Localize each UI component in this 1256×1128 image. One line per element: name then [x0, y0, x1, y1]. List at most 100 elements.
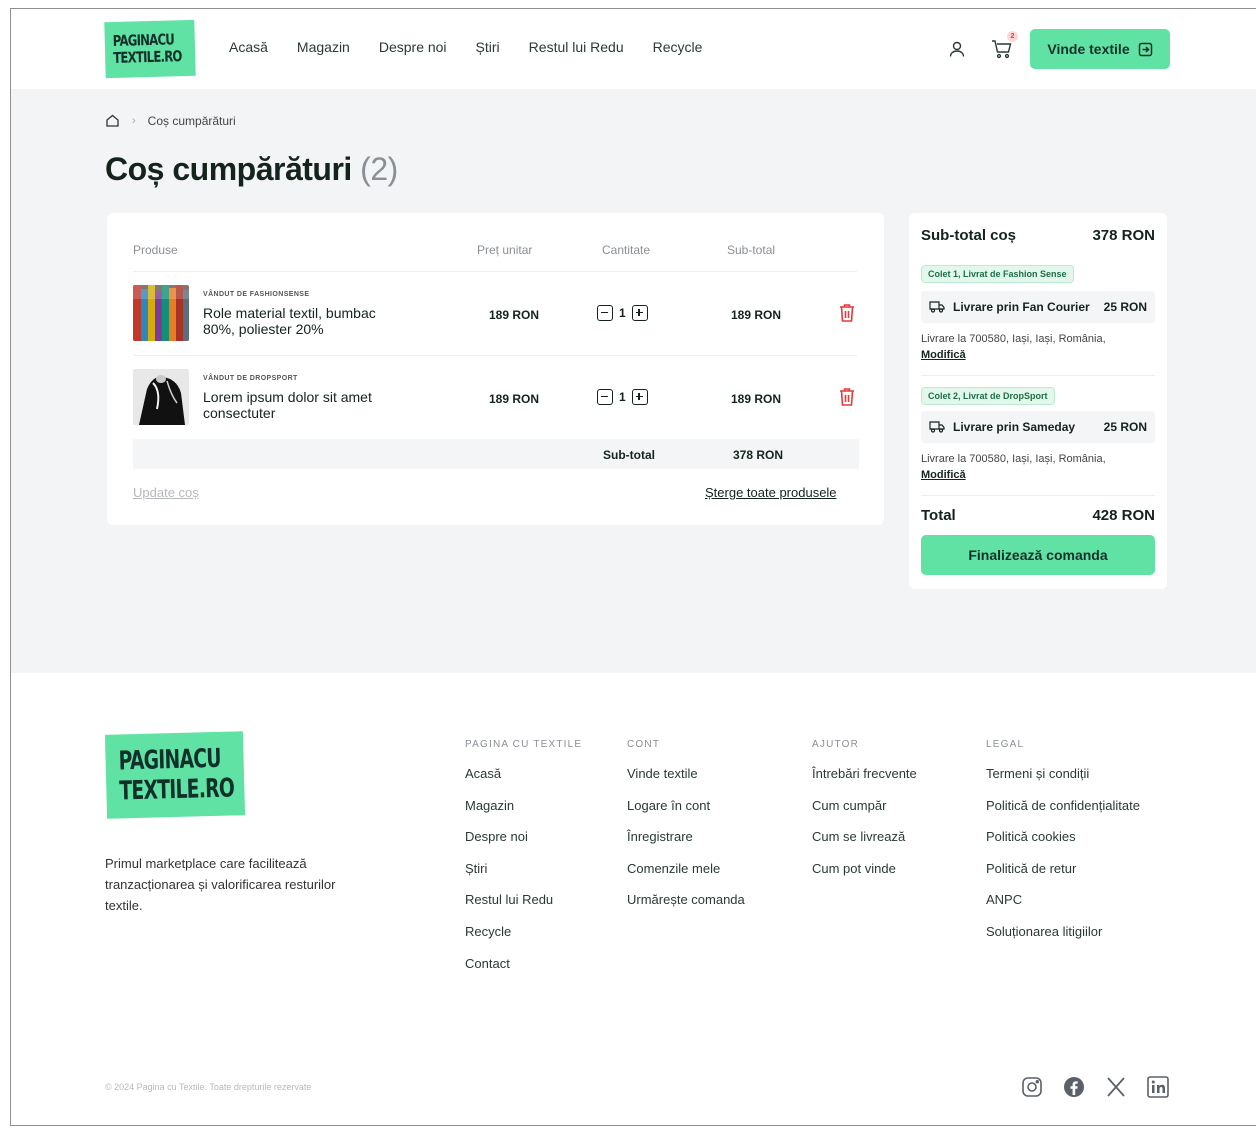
- shipping-method: Livrare prin Fan Courier: [953, 300, 1090, 314]
- breadcrumb: › Coș cumpărături: [105, 113, 236, 128]
- footer-column-account: CONT Vinde textile Logare în cont Înregi…: [627, 739, 745, 924]
- home-icon[interactable]: [105, 113, 120, 128]
- footer-logo-line-1: PAGINACU: [118, 743, 222, 777]
- footer-link[interactable]: Urmărește comanda: [627, 892, 745, 924]
- sell-textiles-button[interactable]: Vinde textile: [1030, 29, 1170, 69]
- cart-table: Produse Preț unitar Cantitate Sub-total …: [107, 213, 884, 525]
- main-content: › Coș cumpărături Coș cumpărături (2) Pr…: [11, 89, 1256, 673]
- shipping-cost: 25 RON: [1103, 300, 1147, 314]
- footer-column-help: AJUTOR Întrebări frecvente Cum cumpăr Cu…: [812, 739, 917, 892]
- footer-link[interactable]: Politică de retur: [986, 861, 1140, 893]
- quantity-stepper: 1: [597, 305, 648, 321]
- col-header-quantity: Cantitate: [602, 243, 651, 257]
- x-icon[interactable]: [1104, 1075, 1128, 1099]
- footer-link[interactable]: Magazin: [465, 798, 582, 830]
- copyright-text: © 2024 Pagina cu Textile. Toate drepturi…: [105, 1082, 312, 1092]
- total-label: Total: [921, 507, 956, 524]
- site-footer: PAGINACU TEXTILE.RO Primul marketplace c…: [11, 673, 1256, 1125]
- footer-logo[interactable]: PAGINACU TEXTILE.RO: [104, 731, 246, 819]
- decrease-quantity-button[interactable]: [597, 305, 613, 321]
- footer-link[interactable]: Înregistrare: [627, 829, 745, 861]
- modify-address-link[interactable]: Modifică: [921, 469, 966, 481]
- row-divider: [133, 355, 857, 356]
- product-image-fabric-rolls[interactable]: [133, 285, 189, 341]
- delivery-address: Livrare la 700580, Iași, Iași, România,: [921, 453, 1106, 465]
- footer-column-title: AJUTOR: [812, 739, 860, 750]
- product-name[interactable]: Role material textil, bumbac 80%, polies…: [203, 305, 403, 337]
- trash-icon[interactable]: [838, 303, 856, 323]
- footer-link[interactable]: Politică cookies: [986, 829, 1140, 861]
- footer-link[interactable]: Contact: [465, 956, 582, 988]
- truck-icon: [929, 301, 945, 313]
- footer-column-legal: LEGAL Termeni și condiții Politică de co…: [986, 739, 1140, 956]
- product-image-sportswear[interactable]: [133, 369, 189, 425]
- clear-cart-link[interactable]: Șterge toate produsele: [705, 485, 837, 500]
- footer-link[interactable]: Vinde textile: [627, 766, 745, 798]
- nav-restul-lui-redu[interactable]: Restul lui Redu: [529, 39, 624, 55]
- modify-address-link[interactable]: Modifică: [921, 349, 966, 361]
- update-cart-link[interactable]: Update coș: [133, 485, 199, 500]
- footer-link[interactable]: Despre noi: [465, 829, 582, 861]
- instagram-icon[interactable]: [1020, 1075, 1044, 1099]
- unit-price: 189 RON: [489, 308, 540, 322]
- nav-despre-noi[interactable]: Despre noi: [379, 39, 447, 55]
- product-name[interactable]: Lorem ipsum dolor sit amet consectuter: [203, 389, 403, 421]
- footer-link[interactable]: Acasă: [465, 766, 582, 798]
- cart-item-count: (2): [360, 151, 398, 187]
- footer-link[interactable]: Cum se livrează: [812, 829, 917, 861]
- page-title: Coș cumpărături (2): [105, 151, 398, 188]
- cart-count-badge: 2: [1007, 31, 1018, 42]
- footer-link[interactable]: Comenzile mele: [627, 861, 745, 893]
- footer-link[interactable]: Cum pot vinde: [812, 861, 917, 893]
- total-value: 428 RON: [1092, 507, 1155, 524]
- footer-link[interactable]: Întrebări frecvente: [812, 766, 917, 798]
- footer-link[interactable]: Cum cumpăr: [812, 798, 917, 830]
- summary-divider: [921, 375, 1155, 376]
- footer-link[interactable]: Recycle: [465, 924, 582, 956]
- nav-magazin[interactable]: Magazin: [297, 39, 350, 55]
- summary-subtotal: 378 RON: [1092, 227, 1155, 244]
- page-frame: PAGINACU TEXTILE.RO Acasă Magazin Despre…: [10, 8, 1256, 1126]
- quantity-stepper: 1: [597, 389, 648, 405]
- footer-logo-line-2: TEXTILE.RO: [119, 773, 235, 807]
- summary-divider: [921, 495, 1155, 496]
- subtotal-label: Sub-total: [603, 448, 655, 462]
- nav-stiri[interactable]: Știri: [476, 39, 500, 55]
- delivery-address: Livrare la 700580, Iași, Iași, România,: [921, 333, 1106, 345]
- nav-recycle[interactable]: Recycle: [653, 39, 703, 55]
- footer-link[interactable]: ANPC: [986, 892, 1140, 924]
- trash-icon[interactable]: [838, 387, 856, 407]
- col-header-product: Produse: [133, 243, 178, 257]
- seller-label: VÂNDUT DE DROPSPORT: [203, 375, 298, 382]
- col-header-subtotal: Sub-total: [727, 243, 776, 257]
- facebook-icon[interactable]: [1062, 1075, 1086, 1099]
- shipping-option[interactable]: Livrare prin Sameday 25 RON: [921, 411, 1155, 443]
- page-title-text: Coș cumpărături: [105, 151, 352, 187]
- shipping-option[interactable]: Livrare prin Fan Courier 25 RON: [921, 291, 1155, 323]
- increase-quantity-button[interactable]: [631, 389, 648, 405]
- footer-link[interactable]: Termeni și condiții: [986, 766, 1140, 798]
- decrease-quantity-button[interactable]: [597, 389, 613, 405]
- footer-link[interactable]: Soluționarea litigiilor: [986, 924, 1140, 956]
- item-subtotal: 189 RON: [731, 308, 782, 322]
- package-tag: Colet 1, Livrat de Fashion Sense: [921, 265, 1074, 283]
- col-header-unit-price: Preț unitar: [477, 243, 533, 257]
- sell-button-label: Vinde textile: [1047, 41, 1130, 57]
- main-nav: Acasă Magazin Despre noi Știri Restul lu…: [229, 39, 731, 55]
- footer-link[interactable]: Restul lui Redu: [465, 892, 582, 924]
- shipping-method: Livrare prin Sameday: [953, 420, 1076, 434]
- user-icon[interactable]: [948, 40, 966, 58]
- footer-link[interactable]: Știri: [465, 861, 582, 893]
- breadcrumb-current: Coș cumpărături: [147, 113, 236, 128]
- cart-icon[interactable]: [991, 39, 1013, 59]
- linkedin-icon[interactable]: [1146, 1075, 1170, 1099]
- summary-title: Sub-total coș: [921, 227, 1017, 244]
- footer-column-site: PAGINA CU TEXTILE Acasă Magazin Despre n…: [465, 739, 582, 987]
- checkout-button[interactable]: Finalizează comanda: [921, 535, 1155, 575]
- nav-acasa[interactable]: Acasă: [229, 39, 268, 55]
- site-logo[interactable]: PAGINACU TEXTILE.RO: [104, 19, 196, 79]
- order-summary: Sub-total coș 378 RON Colet 1, Livrat de…: [909, 213, 1167, 589]
- footer-link[interactable]: Logare în cont: [627, 798, 745, 830]
- footer-link[interactable]: Politică de confidențialitate: [986, 798, 1140, 830]
- increase-quantity-button[interactable]: [631, 305, 648, 321]
